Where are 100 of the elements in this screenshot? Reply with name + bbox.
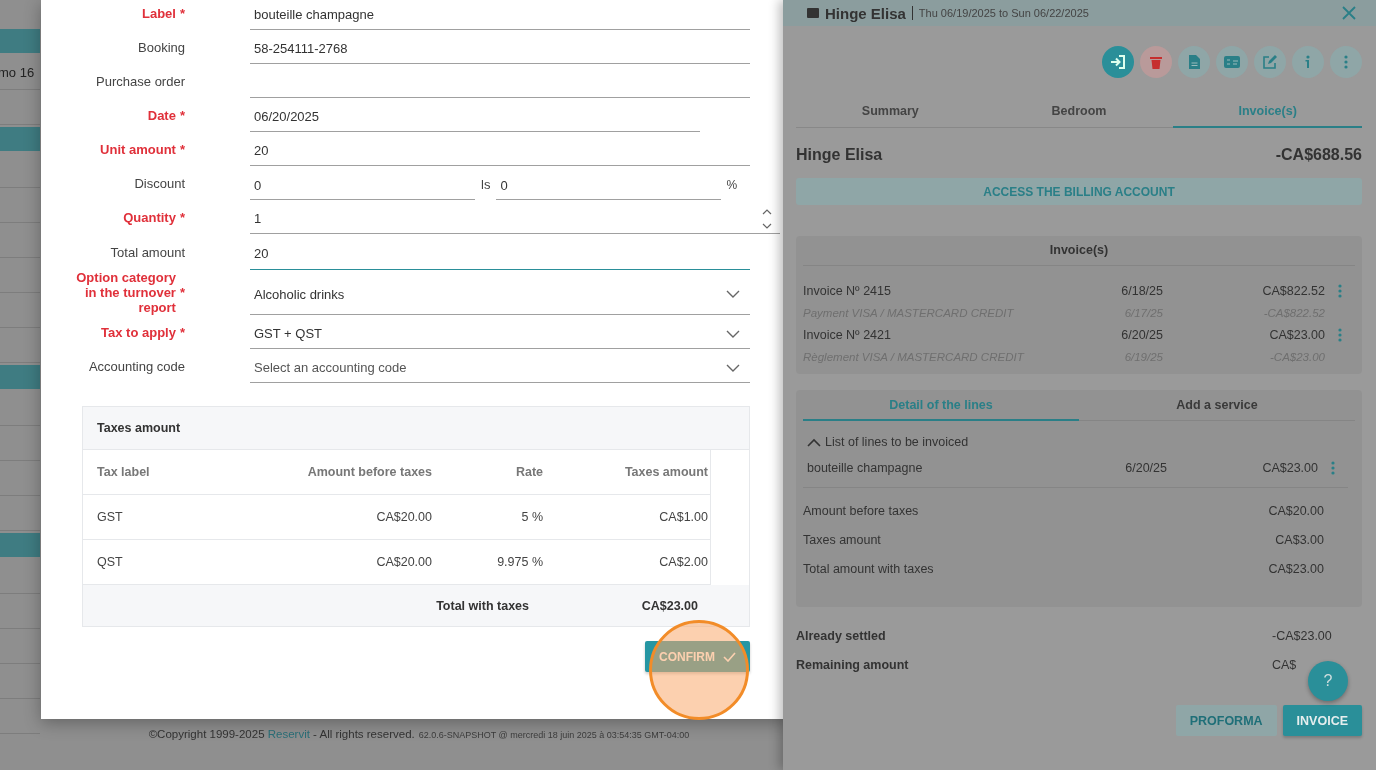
trash-icon	[1150, 55, 1162, 69]
background-bar	[0, 127, 40, 151]
input-field[interactable]: 06/20/2025	[250, 102, 700, 132]
total-label: Total amount with taxes	[803, 561, 934, 576]
date-text: 6/20/25	[1120, 328, 1163, 342]
total-label: Total with taxes	[435, 598, 529, 613]
invoice-label: Invoice Nº 2421	[803, 328, 892, 342]
version-text: 62.0.6-SNAPSHOT @ mercredi 18 juin 2025 à 03:54:35 GMT-04:00	[418, 730, 690, 740]
table-cell-text: CA$20.00	[375, 510, 432, 524]
spinner-icon[interactable]	[762, 207, 772, 230]
background-bar	[0, 29, 40, 53]
copyright-text: ©Copyright 1999-2025 Reservit - All rights reserved.	[148, 728, 415, 740]
date-text: 6/20/25	[1124, 461, 1167, 475]
close-icon[interactable]	[1342, 6, 1356, 20]
unit-text: %	[725, 178, 738, 194]
amount-text: CA$23.00	[1268, 328, 1325, 342]
proforma-button[interactable]: PROFORMA	[1175, 705, 1277, 736]
field-label: Unit amount	[100, 141, 176, 157]
separator-text: ls	[480, 177, 492, 194]
required-mark: *	[179, 107, 185, 123]
line-label: bouteille champagne	[807, 461, 924, 475]
required-mark: *	[179, 285, 185, 300]
total-value: CA$23.00	[640, 598, 698, 613]
table-cell-text: GST	[97, 510, 124, 524]
field-label: Total amount	[110, 244, 185, 260]
balance-amount: -CA$688.56	[1275, 146, 1362, 164]
dropdown-field[interactable]: Alcoholic drinks	[250, 274, 750, 315]
required-mark: *	[179, 209, 185, 225]
stay-dates: Thu 06/19/2025 to Sun 06/22/2025	[918, 7, 1090, 19]
payment-card-button[interactable]	[1216, 46, 1248, 78]
input-field[interactable]: bouteille champagne	[250, 0, 750, 30]
field-label: Booking	[138, 39, 185, 55]
sign-in-icon	[1110, 55, 1126, 69]
chevron-down-icon	[726, 290, 740, 298]
tab[interactable]: Summary	[796, 96, 985, 128]
guest-title: Hinge Elisa	[825, 4, 906, 22]
card-title: Invoice(s)	[1049, 243, 1109, 257]
document-button[interactable]	[1178, 46, 1210, 78]
required-mark: *	[179, 141, 185, 157]
section-toggle[interactable]: List of lines to be invoiced	[803, 435, 973, 449]
dropdown-field[interactable]: Select an accounting code	[250, 353, 750, 383]
summary-label: Remaining amount	[796, 657, 909, 672]
background-bar	[0, 365, 40, 389]
invoice-label: Invoice Nº 2415	[803, 284, 892, 298]
column-header: Rate	[514, 465, 543, 479]
tab[interactable]: Add a service	[1079, 390, 1355, 421]
card-icon	[1224, 56, 1240, 68]
column-header: Taxes amount	[623, 465, 708, 479]
input-field[interactable]: 1	[250, 204, 780, 234]
field-label: Purchase order	[96, 73, 185, 89]
table-cell-text: QST	[97, 555, 124, 569]
info-button[interactable]	[1292, 46, 1324, 78]
summary-value: CA$	[1272, 657, 1298, 672]
input-field[interactable]: 20	[250, 238, 750, 270]
input-field[interactable]: 20	[250, 136, 750, 166]
chevron-up-icon	[807, 437, 821, 447]
field-label: Tax to apply	[101, 324, 176, 340]
info-icon	[1305, 55, 1311, 69]
more-icon	[1331, 461, 1335, 475]
column-header: Tax label	[97, 465, 151, 479]
chevron-down-icon	[726, 363, 740, 372]
input-field[interactable]: 0	[496, 171, 722, 200]
field-label: Accounting code	[88, 358, 185, 374]
table-cell-text: CA$20.00	[375, 555, 432, 569]
guest-name: Hinge Elisa	[796, 146, 883, 164]
edit-icon	[1263, 55, 1277, 69]
total-value: CA$20.00	[1268, 503, 1324, 518]
dropdown-field[interactable]: GST + QST	[250, 319, 750, 349]
tab[interactable]: Bedroom	[984, 96, 1174, 128]
more-icon	[1338, 284, 1342, 298]
total-label: Amount before taxes	[803, 503, 919, 518]
table-cell-text: 5 %	[520, 510, 543, 524]
field-label: Label	[141, 5, 176, 21]
section-title: Taxes amount	[97, 421, 181, 435]
field-label: Option category in the turnover report	[75, 270, 176, 315]
invoice-button[interactable]: INVOICE	[1282, 705, 1362, 736]
total-value: CA$23.00	[1268, 561, 1324, 576]
help-button[interactable]: ?	[1308, 661, 1348, 701]
delete-button[interactable]	[1140, 46, 1172, 78]
required-mark: *	[179, 5, 185, 21]
summary-value: -CA$23.00	[1272, 628, 1333, 643]
field-label: Quantity	[123, 209, 176, 225]
input-field[interactable]: 0	[250, 171, 475, 200]
table-cell-text: CA$2.00	[658, 555, 708, 569]
chevron-down-icon	[726, 329, 740, 338]
table-cell-text: 9.975 %	[496, 555, 543, 569]
more-icon	[1338, 328, 1342, 342]
amount-text: CA$822.52	[1261, 284, 1325, 298]
input-field[interactable]: 58-254111-2768	[250, 34, 750, 64]
background-bar	[0, 533, 40, 557]
field-label: Date	[147, 107, 176, 123]
amount-text: CA$23.00	[1261, 461, 1318, 475]
check-in-button[interactable]	[1102, 46, 1134, 78]
more-button[interactable]	[1330, 46, 1362, 78]
summary-label: Already settled	[796, 628, 886, 643]
document-icon	[1188, 55, 1200, 69]
total-value: CA$3.00	[1275, 532, 1324, 547]
edit-button[interactable]	[1254, 46, 1286, 78]
date-text: 6/18/25	[1120, 284, 1163, 298]
total-label: Taxes amount	[803, 532, 881, 547]
